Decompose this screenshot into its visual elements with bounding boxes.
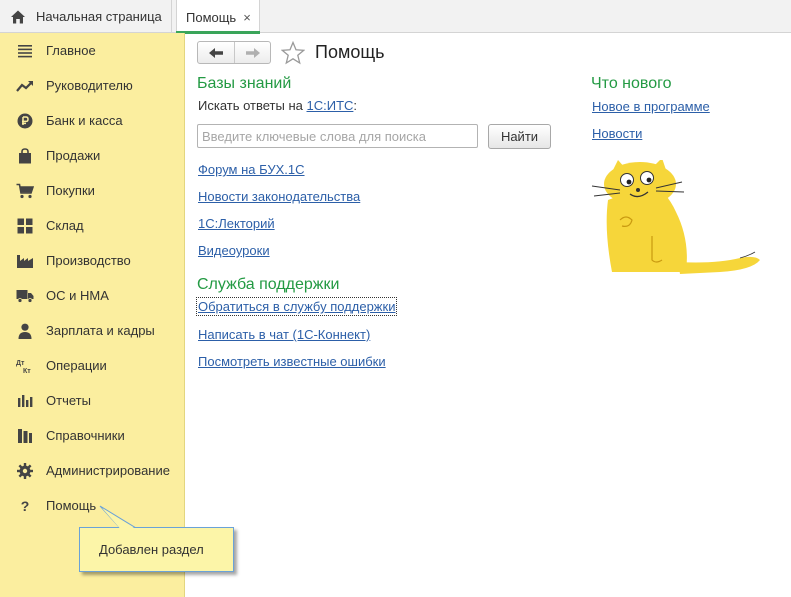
search-hint-prefix: Искать ответы на — [198, 98, 307, 113]
sidebar-item-label: Помощь — [46, 498, 97, 513]
menu-lines-icon — [16, 42, 34, 60]
sidebar-item-help[interactable]: ? Помощь — [0, 488, 184, 523]
trend-chart-icon — [16, 77, 34, 95]
sidebar-item-fixed-assets[interactable]: ОС и НМА — [0, 278, 184, 313]
sidebar-item-admin[interactable]: Администрирование — [0, 453, 184, 488]
shopping-cart-icon — [16, 182, 34, 200]
sidebar-item-manager[interactable]: Руководителю — [0, 68, 184, 103]
tab-home-label: Начальная страница — [36, 9, 162, 24]
whats-new-title: Что нового — [591, 75, 672, 92]
arrow-left-icon — [209, 47, 223, 58]
callout-text: Добавлен раздел — [99, 542, 204, 557]
its-link[interactable]: 1С:ИТС — [307, 98, 354, 113]
sidebar-item-salary[interactable]: Зарплата и кадры — [0, 313, 184, 348]
sidebar-item-label: Руководителю — [46, 78, 133, 93]
lectorium-link[interactable]: 1С:Лекторий — [198, 216, 275, 231]
tab-help-label: Помощь — [186, 9, 237, 25]
question-icon: ? — [20, 497, 30, 514]
sidebar-item-main[interactable]: Главное — [0, 33, 184, 68]
gear-icon — [16, 462, 34, 480]
back-button[interactable] — [198, 42, 234, 63]
debit-credit-icon: Дт Кт — [16, 357, 34, 375]
sidebar-item-label: ОС и НМА — [46, 288, 109, 303]
sidebar-item-purchases[interactable]: Покупки — [0, 173, 184, 208]
sidebar-item-warehouse[interactable]: Склад — [0, 208, 184, 243]
knowledge-title: Базы знаний — [197, 75, 292, 92]
sidebar-item-reports[interactable]: Отчеты — [0, 383, 184, 418]
favorite-star-icon[interactable] — [281, 41, 305, 65]
sidebar-item-bank[interactable]: Банк и касса — [0, 103, 184, 138]
truck-icon — [16, 287, 34, 305]
sidebar-item-label: Справочники — [46, 428, 125, 443]
books-icon — [16, 427, 34, 445]
chat-link[interactable]: Написать в чат (1С-Коннект) — [198, 327, 370, 342]
warehouse-grid-icon — [16, 217, 34, 235]
forward-button[interactable] — [234, 42, 270, 63]
debit-credit-bottom: Кт — [23, 368, 31, 374]
factory-icon — [16, 252, 34, 270]
sidebar-item-label: Продажи — [46, 148, 101, 163]
find-button[interactable]: Найти — [488, 124, 551, 149]
sidebar: Главное Руководителю Банк и касса Продаж… — [0, 33, 185, 597]
sidebar-item-operations[interactable]: Дт Кт Операции — [0, 348, 184, 383]
bar-chart-icon — [16, 392, 34, 410]
sidebar-item-label: Покупки — [46, 183, 95, 198]
home-icon — [11, 10, 25, 23]
callout-tooltip: Добавлен раздел — [79, 527, 234, 572]
shopping-bag-icon — [16, 147, 34, 165]
new-in-program-link[interactable]: Новое в программе — [592, 99, 710, 114]
nav-buttons — [197, 41, 271, 64]
law-news-link[interactable]: Новости законодательства — [198, 189, 360, 204]
sidebar-item-label: Отчеты — [46, 393, 91, 408]
tab-bar: Начальная страница Помощь × — [0, 0, 791, 34]
sidebar-item-label: Администрирование — [46, 463, 170, 478]
sidebar-item-label: Склад — [46, 218, 84, 233]
arrow-right-icon — [245, 47, 260, 58]
sidebar-item-label: Главное — [46, 43, 96, 58]
person-icon — [16, 322, 34, 340]
known-errors-link[interactable]: Посмотреть известные ошибки — [198, 354, 386, 369]
sidebar-item-label: Банк и касса — [46, 113, 123, 128]
support-title: Служба поддержки — [197, 276, 340, 293]
sidebar-item-label: Операции — [46, 358, 107, 373]
news-link[interactable]: Новости — [592, 126, 642, 141]
sidebar-item-catalogs[interactable]: Справочники — [0, 418, 184, 453]
search-hint-suffix: : — [353, 98, 358, 113]
search-hint: Искать ответы на 1С:ИТС: — [198, 98, 357, 113]
close-icon[interactable]: × — [243, 11, 251, 24]
sidebar-item-label: Зарплата и кадры — [46, 323, 155, 338]
page-title: Помощь — [315, 42, 385, 62]
cat-mascot-image — [591, 160, 760, 274]
tab-home[interactable]: Начальная страница — [0, 0, 172, 33]
tab-help[interactable]: Помощь × — [176, 0, 260, 34]
contact-support-link[interactable]: Обратиться в службу поддержки — [195, 297, 398, 316]
ruble-coin-icon — [16, 112, 34, 130]
forum-link[interactable]: Форум на БУХ.1С — [198, 162, 305, 177]
video-lessons-link[interactable]: Видеоуроки — [198, 243, 270, 258]
search-input[interactable] — [197, 124, 478, 148]
sidebar-item-label: Производство — [46, 253, 131, 268]
sidebar-item-sales[interactable]: Продажи — [0, 138, 184, 173]
debit-credit-top: Дт — [16, 360, 25, 367]
sidebar-item-production[interactable]: Производство — [0, 243, 184, 278]
